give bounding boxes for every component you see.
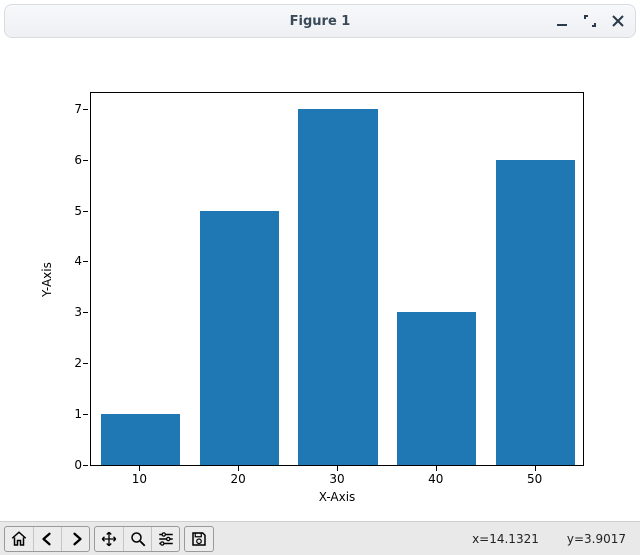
save-button[interactable] [185,527,213,551]
plot-axes [90,92,584,466]
zoom-icon [129,530,147,548]
bar [101,414,180,465]
matplotlib-toolbar: x=14.1321 y=3.9017 [0,521,640,555]
pan-button[interactable] [95,527,123,551]
sliders-icon [157,530,175,548]
coord-y: y=3.9017 [567,532,626,546]
save-icon [190,530,208,548]
x-tick-label: 40 [416,472,456,486]
configure-button[interactable] [151,527,179,551]
y-tick-label: 6 [42,153,82,167]
x-tick-label: 20 [218,472,258,486]
y-tick-label: 3 [42,305,82,319]
x-axis-label: X-Axis [90,490,584,504]
close-button[interactable] [609,12,627,30]
bar [200,211,279,465]
move-icon [100,530,118,548]
y-axis-label: Y-Axis [40,262,54,297]
y-tick-label: 5 [42,204,82,218]
window-title: Figure 1 [5,14,635,29]
x-tick-label: 10 [119,472,159,486]
zoom-button[interactable] [123,527,151,551]
close-icon [611,14,625,28]
y-tick-label: 7 [42,102,82,116]
cursor-coords: x=14.1321 y=3.9017 [472,532,626,546]
window-titlebar: Figure 1 [4,4,636,38]
y-tick-label: 0 [42,458,82,472]
arrow-left-icon [39,530,57,548]
view-group [94,526,180,552]
bar [496,160,575,465]
maximize-button[interactable] [581,12,599,30]
window-controls [553,5,627,37]
bar [397,312,476,465]
io-group [184,526,214,552]
maximize-icon [583,14,597,28]
minimize-icon [555,14,569,28]
y-tick-label: 1 [42,407,82,421]
minimize-button[interactable] [553,12,571,30]
x-tick-label: 30 [317,472,357,486]
y-tick-label: 2 [42,356,82,370]
home-button[interactable] [5,527,33,551]
nav-group [4,526,90,552]
home-icon [10,530,28,548]
forward-button[interactable] [61,527,89,551]
bar [298,109,377,465]
back-button[interactable] [33,527,61,551]
figure-canvas[interactable]: 01234567 1020304050 Y-Axis X-Axis [4,46,636,519]
coord-x: x=14.1321 [472,532,539,546]
x-tick-label: 50 [515,472,555,486]
arrow-right-icon [67,530,85,548]
